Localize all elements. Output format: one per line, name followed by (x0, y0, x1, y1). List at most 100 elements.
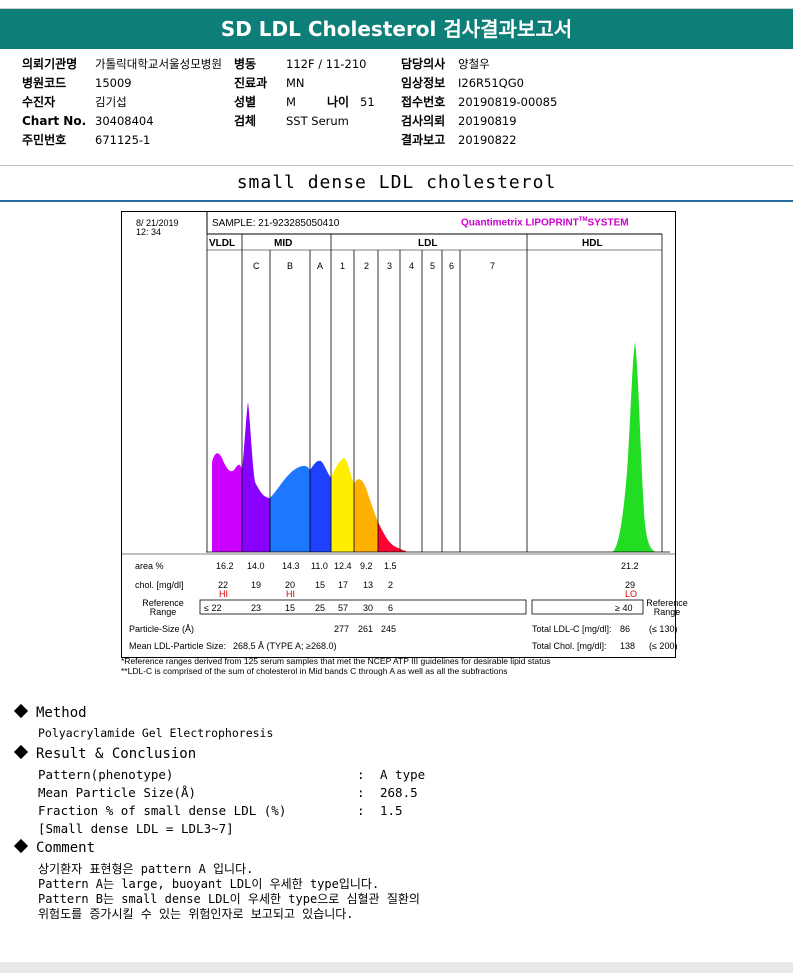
ref-value: 15 (285, 603, 296, 613)
area-label: area % (135, 561, 164, 571)
band-a-peak (310, 460, 331, 552)
result-label: Fraction % of small dense LDL (%) (38, 803, 287, 818)
req-value: 20190819 (458, 114, 517, 128)
area-value: 14.0 (247, 561, 265, 571)
total-chol-label: Total Chol. [mg/dl]: (532, 641, 607, 651)
chol-value: 13 (363, 580, 374, 590)
id-value: 671125-1 (95, 133, 151, 147)
ref-value: 57 (338, 603, 349, 613)
divider (0, 200, 793, 202)
req-label: 검사의뢰 (401, 114, 446, 128)
band-label: 5 (430, 261, 436, 271)
ref-label-right: Reference Range (646, 598, 688, 617)
receipt-value: 20190819-00085 (458, 95, 558, 109)
comment-heading: Comment (13, 838, 95, 856)
diamond-bullet-icon (13, 703, 29, 719)
result-value: 268.5 (380, 785, 418, 800)
chol-value: 15 (315, 580, 326, 590)
band-2-peak (354, 479, 378, 552)
band-1-peak (331, 458, 354, 552)
bottom-bar (0, 962, 793, 973)
result-heading: Result & Conclusion (13, 744, 196, 762)
particle-value: 261 (358, 624, 374, 634)
band-b-peak (270, 465, 310, 552)
divider (0, 165, 793, 166)
band-c-peak (242, 402, 270, 552)
id-label: 주민번호 (22, 133, 67, 147)
lipoprint-report: 8/ 21/2019 12: 34 SAMPLE: 21-92328505041… (121, 211, 688, 658)
ref-label: Reference Range (142, 598, 184, 617)
total-ldl-value: 86 (620, 624, 631, 634)
total-chol-ref: (≤ 200) (649, 641, 678, 651)
particle-value: 277 (334, 624, 350, 634)
band-label: C (253, 261, 260, 271)
result-value: 1.5 (380, 803, 403, 818)
code-value: 15009 (95, 76, 132, 90)
band-3-peak (378, 522, 406, 552)
method-heading: Method (13, 703, 87, 721)
band-label: 4 (409, 261, 415, 271)
ref-value: ≤ 22 (204, 603, 222, 613)
area-value: 16.2 (216, 561, 234, 571)
footnote: **LDL-C is comprised of the sum of chole… (121, 666, 508, 676)
band-label: 1 (340, 261, 346, 271)
ref-value: 23 (251, 603, 262, 613)
report-footnotes: *Reference ranges derived from 125 serum… (121, 656, 550, 676)
electrophoresis-graph (122, 212, 675, 615)
result-label: Pattern(phenotype) (38, 767, 174, 782)
mean-value: 268.5 Å (TYPE A; ≥268.0) (233, 641, 337, 651)
age-value: 51 (360, 95, 375, 109)
chart-value: 30408404 (95, 114, 154, 128)
area-value: 1.5 (384, 561, 397, 571)
diamond-bullet-icon (13, 744, 29, 760)
age-label: 나이 (327, 95, 350, 109)
result-sep: : (357, 785, 365, 800)
flag-hi: HI (219, 589, 228, 599)
name-value: 김기섭 (95, 95, 127, 109)
clinical-value: I26R51QG0 (458, 76, 524, 90)
ward-label: 병동 (234, 57, 257, 71)
report-date-value: 20190822 (458, 133, 517, 147)
vldl-peak (212, 453, 242, 552)
name-label: 수진자 (22, 95, 56, 109)
system-name: Quantimetrix LIPOPRINTTMSYSTEM (461, 217, 629, 229)
top-border (0, 0, 793, 9)
result-sep: : (357, 803, 365, 818)
result-note: [Small dense LDL = LDL3~7] (38, 821, 234, 836)
chol-label: chol. [mg/dl] (135, 580, 184, 590)
code-label: 병원코드 (22, 76, 67, 90)
sex-label: 성별 (234, 95, 257, 109)
flag-hi: HI (286, 589, 295, 599)
mean-label: Mean LDL-Particle Size: (129, 641, 227, 651)
clinical-label: 임상정보 (401, 76, 446, 90)
group-vldl: VLDL (209, 238, 236, 249)
area-value: 21.2 (621, 561, 639, 571)
band-label: B (287, 261, 294, 271)
method-text: Polyacrylamide Gel Electrophoresis (38, 726, 274, 740)
result-value: A type (380, 767, 426, 782)
area-value: 12.4 (334, 561, 352, 571)
ref-value: 25 (315, 603, 326, 613)
chol-value: 17 (338, 580, 349, 590)
ref-value: 6 (388, 603, 394, 613)
hdl-peak (612, 342, 656, 552)
dept-value: MN (286, 76, 305, 90)
total-ldl-label: Total LDL-C [mg/dl]: (532, 624, 612, 634)
band-label: A (317, 261, 324, 271)
band-label: 2 (364, 261, 370, 271)
total-chol-value: 138 (620, 641, 636, 651)
hospital-value: 가톨릭대학교서울성모병원 (95, 57, 222, 71)
sample-id: SAMPLE: 21-923285050410 (212, 218, 340, 229)
dept-label: 진료과 (234, 76, 268, 90)
result-sep: : (357, 767, 365, 782)
diamond-bullet-icon (13, 838, 29, 854)
hospital-label: 의뢰기관명 (22, 57, 78, 71)
area-value: 9.2 (360, 561, 373, 571)
doctor-value: 양철우 (458, 57, 490, 71)
comment-line: 위험도를 증가시킬 수 있는 위험인자로 보고되고 있습니다. (38, 907, 354, 921)
total-ldl-ref: (≤ 130) (649, 624, 678, 634)
doctor-label: 담당의사 (401, 57, 446, 71)
group-mid: MID (274, 238, 293, 249)
band-label: 7 (490, 261, 496, 271)
chart-label: Chart No. (22, 114, 87, 128)
